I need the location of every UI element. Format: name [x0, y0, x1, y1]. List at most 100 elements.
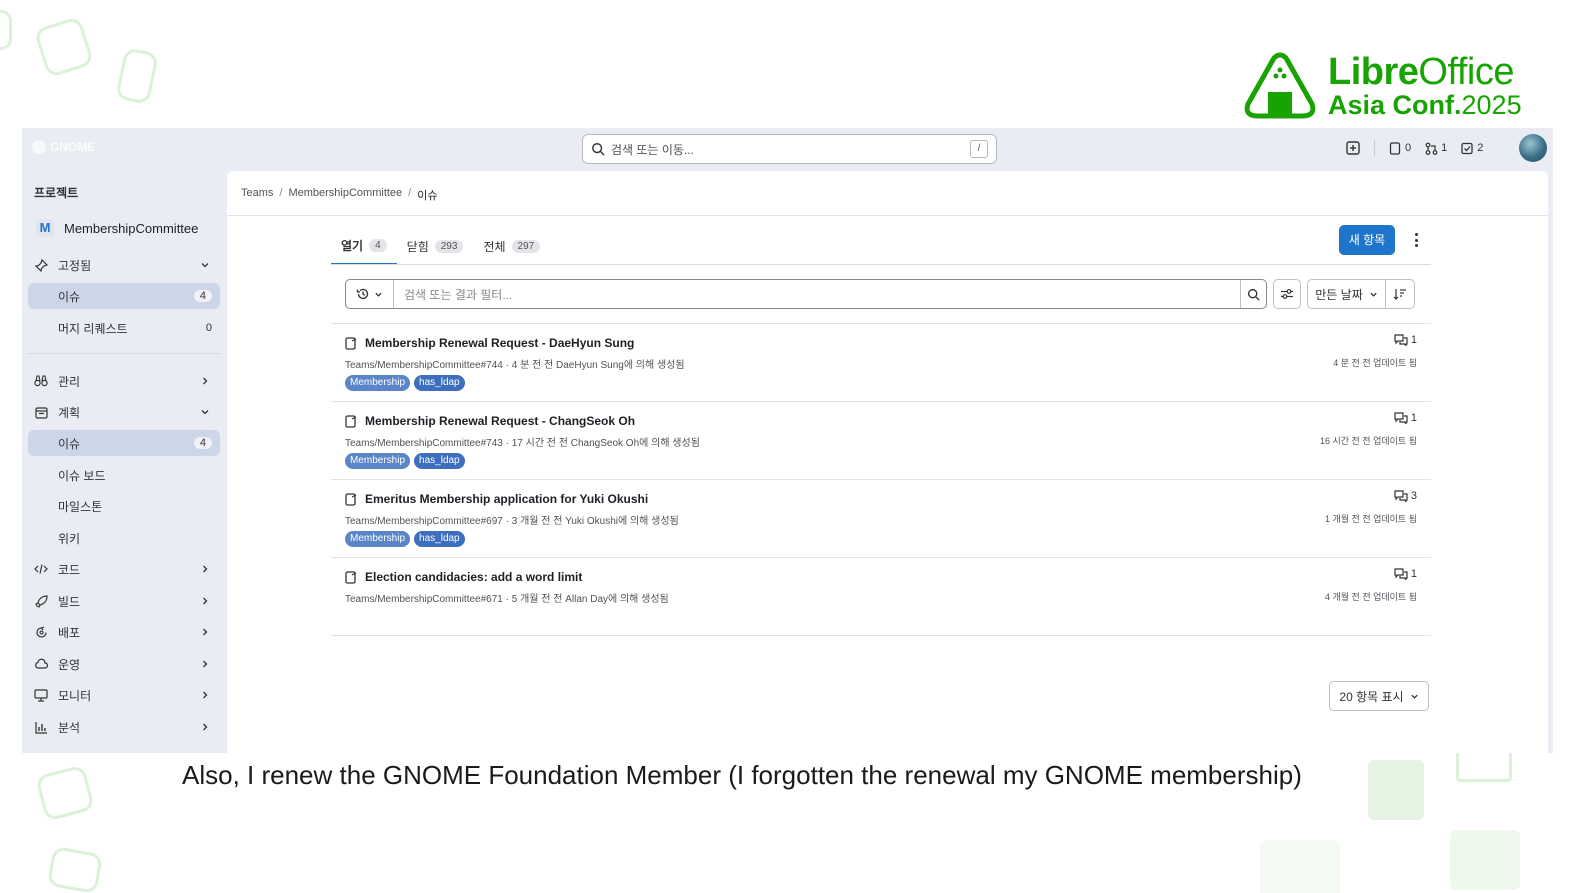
breadcrumb: Teams / MembershipCommittee / 이슈	[241, 187, 437, 203]
sidebar-item-analyze[interactable]: 분석	[28, 714, 220, 740]
sidebar-item-wiki[interactable]: 위키	[28, 525, 220, 551]
gnome-foot-icon	[32, 140, 46, 154]
background-decoration	[1260, 840, 1340, 893]
breadcrumb-issues[interactable]: 이슈	[417, 187, 437, 203]
recent-searches-button[interactable]	[346, 280, 394, 308]
sidebar-item-issue-boards[interactable]: 이슈 보드	[28, 462, 220, 488]
sidebar-item-build[interactable]: 빌드	[28, 588, 220, 614]
sort-direction-button[interactable]	[1386, 280, 1414, 308]
search-input[interactable]: 검색 또는 이동... /	[582, 134, 997, 164]
breadcrumb-teams[interactable]: Teams	[241, 187, 273, 203]
label-membership[interactable]: Membership	[345, 375, 411, 391]
issue-labels: Membership has_ldap	[345, 531, 465, 547]
label-has-ldap[interactable]: has_ldap	[414, 375, 465, 391]
display-options-button[interactable]	[1273, 279, 1301, 309]
issue-row[interactable]: Emeritus Membership application for Yuki…	[331, 479, 1431, 557]
per-page-label: 20 항목 표시	[1339, 689, 1404, 704]
new-issue-button[interactable]: 새 항목	[1339, 225, 1395, 255]
issue-row[interactable]: Election candidacies: add a word limit T…	[331, 557, 1431, 635]
background-decoration	[46, 845, 104, 893]
tab-label: 닫힘	[406, 239, 429, 254]
label-membership[interactable]: Membership	[345, 453, 411, 469]
user-avatar[interactable]	[1519, 134, 1547, 162]
list-divider	[331, 635, 1431, 636]
cloud-icon	[34, 657, 48, 671]
filter-input[interactable]: 검색 또는 결과 필터...	[394, 280, 1240, 308]
issue-labels: Membership has_ldap	[345, 453, 465, 469]
issue-open-icon	[345, 414, 357, 428]
more-actions-icon[interactable]	[1409, 231, 1423, 249]
label-membership[interactable]: Membership	[345, 531, 411, 547]
sidebar-item-count: 0	[205, 322, 212, 334]
sidebar-item-label: 이슈	[58, 289, 81, 304]
sidebar-item-pinned-issues[interactable]: 이슈 4	[28, 283, 220, 309]
issue-comments[interactable]: 1	[1394, 568, 1417, 580]
sidebar-item-monitor[interactable]: 모니터	[28, 682, 220, 708]
history-icon	[356, 288, 369, 300]
breadcrumb-project[interactable]: MembershipCommittee	[288, 187, 402, 203]
breadcrumb-separator: /	[279, 187, 283, 199]
issue-title[interactable]: Membership Renewal Request - ChangSeok O…	[345, 414, 635, 428]
issue-row[interactable]: Membership Renewal Request - ChangSeok O…	[331, 401, 1431, 479]
issue-labels: Membership has_ldap	[345, 375, 465, 391]
chevron-right-icon	[203, 691, 208, 699]
brand-label: GNOME	[50, 140, 96, 154]
comments-icon	[1394, 490, 1408, 502]
background-decoration	[114, 47, 160, 105]
sidebar-item-manage[interactable]: 관리	[28, 368, 220, 394]
tab-closed[interactable]: 닫힘 293	[397, 227, 474, 265]
sidebar-item-pinned[interactable]: 고정됨	[28, 252, 220, 278]
sidebar-item-label: 이슈 보드	[58, 468, 106, 483]
calendar-icon	[34, 405, 48, 419]
issue-title[interactable]: Membership Renewal Request - DaeHyun Sun…	[345, 336, 634, 350]
issue-comments[interactable]: 3	[1394, 490, 1417, 502]
todos-counter[interactable]: 2	[1461, 142, 1483, 155]
gitlab-screenshot: GNOME 검색 또는 이동... / 0 1 2 프로젝트 M Members…	[22, 128, 1553, 753]
deploy-icon	[34, 625, 48, 639]
issue-comments[interactable]: 1	[1394, 412, 1417, 424]
issue-title[interactable]: Election candidacies: add a word limit	[345, 570, 582, 584]
merge-requests-counter[interactable]: 1	[1425, 142, 1447, 155]
sidebar-item-operate[interactable]: 운영	[28, 651, 220, 677]
sidebar-item-plan[interactable]: 계획	[28, 399, 220, 425]
sidebar-item-merge-requests[interactable]: 머지 리퀘스트 0	[28, 315, 220, 341]
tab-count: 293	[434, 239, 464, 253]
sidebar-item-deploy[interactable]: 배포	[28, 619, 220, 645]
sidebar-item-code[interactable]: 코드	[28, 556, 220, 582]
search-button[interactable]	[1240, 280, 1266, 308]
chevron-down-icon	[201, 263, 209, 268]
chevron-right-icon	[203, 565, 208, 573]
sidebar-item-label: 분석	[58, 720, 81, 735]
issue-updated: 4 개월 전 전 업데이트 됨	[1324, 592, 1417, 602]
sidebar-item-label: 고정됨	[58, 258, 92, 273]
issue-comments[interactable]: 1	[1394, 334, 1417, 346]
issue-title-text: Membership Renewal Request - ChangSeok O…	[365, 414, 636, 428]
label-has-ldap[interactable]: has_ldap	[414, 531, 465, 547]
issue-open-icon	[345, 492, 357, 506]
sidebar-item-label: 배포	[58, 625, 81, 640]
tab-all[interactable]: 전체 297	[473, 227, 550, 265]
create-new-icon[interactable]	[1346, 141, 1360, 155]
filtered-search: 검색 또는 결과 필터...	[345, 279, 1267, 309]
comments-count: 1	[1410, 568, 1417, 580]
label-has-ldap[interactable]: has_ldap	[414, 453, 465, 469]
background-decoration	[0, 10, 12, 50]
sidebar-item-label: 마일스톤	[58, 499, 103, 514]
sidebar-item-issues[interactable]: 이슈 4	[28, 430, 220, 456]
tab-open[interactable]: 열기 4	[331, 227, 397, 265]
merge-requests-count: 1	[1441, 142, 1448, 154]
gnome-logo[interactable]: GNOME	[32, 140, 95, 154]
issue-open-icon	[345, 336, 357, 350]
issues-counter[interactable]: 0	[1389, 141, 1411, 155]
sidebar-item-label: 코드	[58, 562, 81, 577]
per-page-dropdown[interactable]: 20 항목 표시	[1329, 681, 1429, 711]
sidebar-item-milestones[interactable]: 마일스톤	[28, 493, 220, 519]
issue-row[interactable]: Membership Renewal Request - DaeHyun Sun…	[331, 323, 1431, 401]
sort-dropdown[interactable]: 만든 날짜	[1308, 280, 1386, 308]
issue-meta: Teams/MembershipCommittee#743 · 17 시간 전 …	[345, 438, 700, 449]
sidebar-item-label: 머지 리퀘스트	[58, 321, 128, 336]
tab-label: 전체	[483, 239, 506, 254]
merge-request-icon	[1425, 142, 1438, 155]
issue-title[interactable]: Emeritus Membership application for Yuki…	[345, 492, 648, 506]
project-link[interactable]: M MembershipCommittee	[30, 214, 220, 242]
